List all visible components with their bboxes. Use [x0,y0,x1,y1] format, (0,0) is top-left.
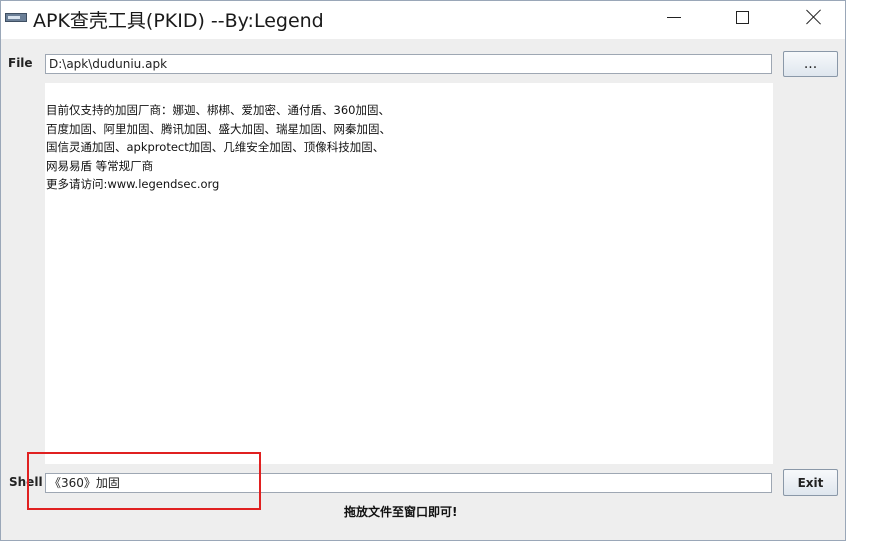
title-bar[interactable]: APK查壳工具(PKID) --By:Legend [1,1,845,39]
window-title: APK查壳工具(PKID) --By:Legend [33,10,324,32]
info-line: 国信灵通加固、apkprotect加固、几维安全加固、顶像科技加固、 [46,140,385,154]
minimize-icon [667,16,681,18]
app-icon [5,13,27,22]
info-line: 网易易盾 等常规厂商 [46,158,154,173]
info-line: 目前仅支持的加固厂商：娜迦、梆梆、爱加密、通付盾、360加固、 [46,103,390,117]
maximize-button[interactable] [719,1,765,33]
drag-drop-hint: 拖放文件至窗口即可! [344,505,458,519]
maximize-icon [735,10,749,24]
close-icon [806,9,822,25]
browse-button[interactable]: ... [783,51,838,77]
exit-button[interactable]: Exit [783,469,838,496]
file-path-input[interactable]: D:\apk\duduniu.apk [45,54,772,74]
info-line: 更多请访问:www.legendsec.org [46,177,220,191]
minimize-button[interactable] [651,1,697,33]
shell-label: Shell [9,475,43,489]
close-button[interactable] [791,1,837,33]
app-window: APK查壳工具(PKID) --By:Legend File D:\apk\du… [0,0,846,541]
info-text-area[interactable]: 目前仅支持的加固厂商：娜迦、梆梆、爱加密、通付盾、360加固、 百度加固、阿里加… [45,83,773,464]
shell-result-field[interactable]: 《360》加固 [45,473,772,493]
info-line: 百度加固、阿里加固、腾讯加固、盛大加固、瑞星加固、网秦加固、 [46,121,391,136]
file-label: File [8,56,33,70]
